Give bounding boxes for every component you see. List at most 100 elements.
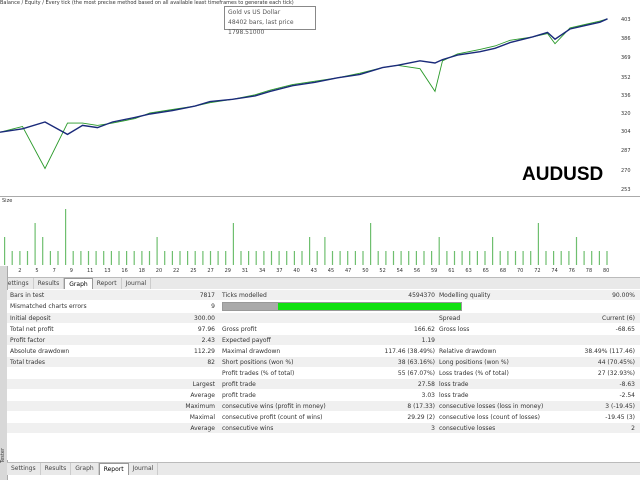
x-tick-label: 72 — [534, 268, 541, 274]
size-bar — [309, 237, 311, 265]
tab-results-top[interactable]: Results — [34, 278, 65, 289]
size-bar — [263, 251, 265, 265]
size-bar — [545, 251, 547, 265]
x-tick-label: 13 — [104, 268, 111, 274]
maximal-drawdown-label: Maximal drawdown — [222, 348, 281, 355]
report-tab-bar: Settings Results Graph Report Journal — [7, 462, 640, 475]
report-row: Profit factor 2.43 Expected payoff 1.19 — [7, 335, 640, 345]
total-trades-label: Total trades — [10, 359, 46, 366]
y-tick-label: 336 — [621, 92, 631, 99]
size-bar — [530, 251, 532, 265]
ticks-modelled-label: Ticks modelled — [222, 292, 267, 299]
size-bar — [438, 237, 440, 265]
size-bar — [431, 251, 433, 265]
relative-drawdown-label: Relative drawdown — [439, 348, 497, 355]
spread-label: Spread — [439, 315, 461, 322]
tab-results[interactable]: Results — [41, 463, 72, 475]
x-tick-label: 16 — [121, 268, 128, 274]
x-tick-label: 20 — [155, 268, 163, 274]
x-tick-label: 56 — [413, 268, 421, 274]
maximum-wins-value: 8 (17.33) — [407, 403, 435, 410]
average-consecutive-wins-value: 3 — [431, 425, 435, 432]
loss-trades-label: Loss trades (% of total) — [439, 370, 509, 377]
x-tick-label: 18 — [138, 268, 145, 274]
size-bar — [469, 251, 471, 265]
modelling-quality-value: 90.00% — [612, 292, 635, 299]
size-bar — [553, 251, 555, 265]
size-bar — [72, 251, 74, 265]
average-profit-value: 3.03 — [421, 392, 435, 399]
size-bar — [331, 251, 334, 265]
size-bar — [65, 209, 67, 265]
average2-label: Average — [190, 425, 215, 432]
size-bar — [42, 237, 44, 265]
size-bar — [514, 251, 517, 265]
size-bar — [408, 251, 410, 265]
size-bar — [126, 251, 128, 265]
size-bar — [377, 251, 379, 265]
size-bar — [415, 251, 417, 265]
size-bar — [156, 237, 158, 265]
y-tick-label: 320 — [621, 111, 631, 118]
largest-profit-label: profit trade — [222, 381, 256, 388]
size-label: Size — [2, 198, 13, 204]
expected-payoff-label: Expected payoff — [222, 337, 271, 344]
x-tick-label: 68 — [499, 268, 507, 274]
report-row: Average consecutive wins 3 consecutive l… — [7, 423, 640, 433]
largest-loss-label: loss trade — [439, 381, 469, 388]
x-tick-label: 59 — [431, 268, 438, 274]
report-row: Total trades 82 Short positions (won %) … — [7, 357, 640, 367]
x-tick-label: 74 — [551, 268, 558, 274]
x-tick-label: 47 — [345, 268, 352, 274]
tab-graph[interactable]: Graph — [71, 463, 99, 475]
maximum-wins-label: consecutive wins (profit in money) — [222, 403, 326, 410]
size-bar — [484, 251, 486, 265]
tab-journal[interactable]: Journal — [129, 463, 159, 475]
x-tick-label: 76 — [568, 268, 575, 274]
graph-tab-bar: Settings Results Graph Report Journal — [0, 277, 640, 289]
tab-report-top[interactable]: Report — [93, 278, 122, 289]
maximal-profit-value: 29.29 (2) — [407, 414, 435, 421]
x-tick-label: 52 — [379, 268, 386, 274]
x-tick-label: 43 — [310, 268, 317, 274]
y-tick-label: 403 — [621, 16, 631, 23]
y-tick-label: 369 — [621, 55, 631, 62]
tab-report[interactable]: Report — [98, 463, 129, 475]
relative-drawdown-value: 38.49% (117.46) — [584, 348, 635, 355]
average-consecutive-wins-label: consecutive wins — [222, 425, 274, 432]
x-tick-label: 11 — [87, 268, 94, 274]
size-bar — [270, 251, 273, 265]
x-tick-label: 29 — [224, 268, 231, 274]
report-row: Initial deposit 300.00 Spread Current (6… — [7, 313, 640, 323]
size-bar — [560, 251, 562, 265]
spread-value: Current (6) — [602, 315, 635, 322]
long-positions-label: Long positions (won %) — [439, 359, 509, 366]
maximum-label: Maximum — [185, 403, 215, 410]
size-bar — [179, 251, 181, 265]
maximum-losses-value: 3 (-19.45) — [605, 403, 635, 410]
size-bar — [575, 237, 578, 265]
size-bar — [591, 251, 593, 265]
size-bar — [385, 251, 387, 265]
x-tick-label: 80 — [603, 268, 610, 274]
tab-journal-top[interactable]: Journal — [122, 278, 152, 289]
tab-graph-top[interactable]: Graph — [64, 278, 93, 289]
size-bar — [11, 251, 13, 265]
gross-profit-label: Gross profit — [222, 326, 257, 333]
short-positions-value: 38 (63.16%) — [397, 359, 435, 366]
size-bar — [240, 251, 242, 265]
size-bar — [568, 251, 570, 265]
average-label: Average — [190, 392, 215, 399]
tab-settings[interactable]: Settings — [7, 463, 41, 475]
report-row: Average profit trade 3.03 loss trade -2.… — [7, 390, 640, 400]
total-trades-value: 82 — [207, 359, 215, 366]
size-bar — [461, 251, 463, 265]
size-bar — [194, 251, 196, 265]
gross-profit-value: 166.62 — [414, 326, 435, 333]
size-bar — [392, 251, 395, 265]
size-bar — [255, 251, 257, 265]
x-tick-label: 34 — [259, 268, 266, 274]
tester-label: Tester — [0, 448, 6, 463]
x-tick-label: 2 — [18, 268, 22, 274]
total-net-profit-label: Total net profit — [10, 326, 54, 333]
